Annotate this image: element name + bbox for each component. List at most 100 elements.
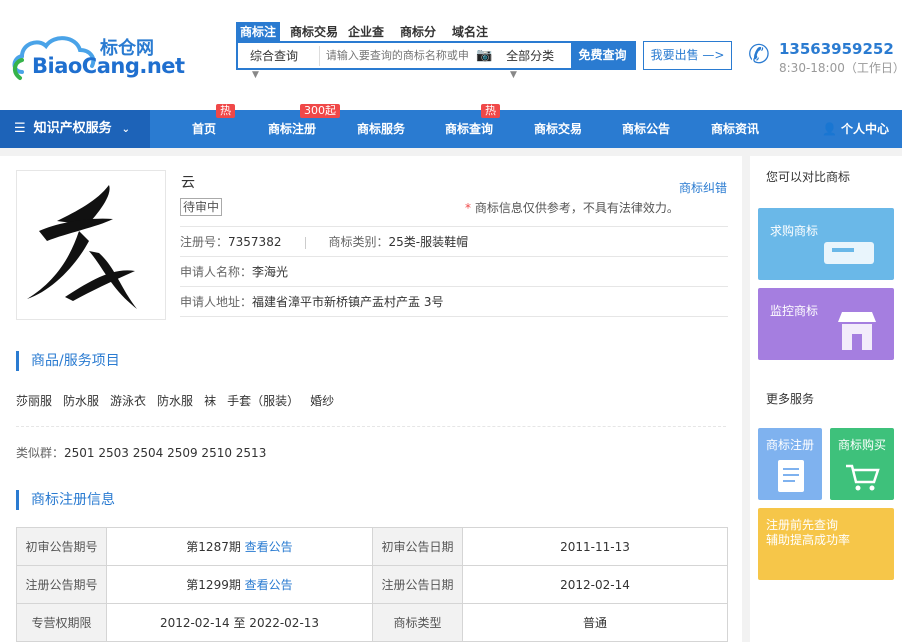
nav-user-center[interactable]: 👤 个人中心 xyxy=(822,110,889,148)
nav-item-register[interactable]: 商标注册 300起 xyxy=(268,104,340,148)
goods-list: 莎丽服 防水服 游泳衣 防水服袜手套（服装） 婚纱 xyxy=(16,392,726,427)
sell-button[interactable]: 我要出售 —> xyxy=(643,41,732,70)
goods-section-title: 商品/服务项目 xyxy=(16,351,120,371)
cart-icon xyxy=(846,464,880,491)
nav-badge: 热 xyxy=(216,104,235,118)
goods-item: 莎丽服 xyxy=(16,394,53,408)
applicant-value: 李海光 xyxy=(252,265,289,279)
view-notice-link[interactable]: 查看公告 xyxy=(245,540,293,554)
nav-item-service[interactable]: 商标服务 xyxy=(357,110,405,148)
info-row-address: 申请人地址：福建省漳平市新桥镇产盂村产盂 3号 xyxy=(180,286,728,317)
camera-icon[interactable]: 📷 xyxy=(476,48,494,63)
search-tabs: 商标注 商标交易 企业查 商标分 域名注 xyxy=(236,22,496,42)
phone-icon: ✆ xyxy=(748,40,770,70)
nav-badge: 热 xyxy=(481,104,500,118)
contact-phone: 13563959252 xyxy=(779,40,894,58)
cell-value: 第1299期 xyxy=(186,578,241,592)
main-nav: ☰ 知识产权服务 ⌄ 首页 热 商标注册 300起 商标服务 商标查询 热 商标交易 商标… xyxy=(0,104,902,148)
nav-category[interactable]: ☰ 知识产权服务 ⌄ xyxy=(0,110,150,148)
main-content: 云 待审中 商标纠错 * 商标信息仅供参考，不具有法律效力。 注册号：73573… xyxy=(0,156,742,642)
compare-title: 您可以对比商标 xyxy=(766,170,851,184)
table-row: 专营权期限 2012-02-14 至 2022-02-13 商标类型 普通 xyxy=(16,603,728,642)
chevron-down-icon: ▼ xyxy=(252,70,259,80)
nav-item-notice[interactable]: 商标公告 xyxy=(622,110,670,148)
goods-item: 婚纱 xyxy=(310,394,335,408)
search-category-select[interactable]: 全部分类 xyxy=(494,47,571,64)
search-tab-trademark-class[interactable]: 商标分 xyxy=(392,22,444,42)
goods-item: 袜 xyxy=(204,394,217,408)
search-tab-company[interactable]: 企业查 xyxy=(340,22,392,42)
logo-en: BiaoCang.net xyxy=(32,54,185,78)
disclaimer: * 商标信息仅供参考，不具有法律效力。 xyxy=(465,199,679,216)
trademark-fix-link[interactable]: 商标纠错 xyxy=(679,179,727,196)
address-label: 申请人地址： xyxy=(180,295,253,309)
trademark-image xyxy=(16,170,166,320)
table-cell: 2012-02-14 xyxy=(462,565,728,604)
table-header-cell: 商标类型 xyxy=(372,603,463,642)
sidebar: 您可以对比商标 求购商标 监控商标 更多服务 商标注册 商标购买 注册前先查询 … xyxy=(750,156,902,642)
goods-item: 手套（服装） xyxy=(227,394,300,408)
registration-section-title: 商标注册信息 xyxy=(16,490,115,510)
query-service-banner[interactable]: 注册前先查询 辅助提高成功率 xyxy=(758,508,894,580)
nav-item-trade[interactable]: 商标交易 xyxy=(534,110,582,148)
table-header-cell: 专营权期限 xyxy=(16,603,107,642)
table-cell: 第1299期 查看公告 xyxy=(106,565,373,604)
search-input[interactable] xyxy=(318,45,477,66)
chevron-down-icon: ⌄ xyxy=(121,124,131,135)
status-badge: 待审中 xyxy=(180,198,223,216)
table-cell: 第1287期 查看公告 xyxy=(106,527,373,566)
goods-item: 防水服 xyxy=(157,394,194,408)
nav-item-query[interactable]: 商标查询 热 xyxy=(445,104,500,148)
nav-user-label: 个人中心 xyxy=(840,122,889,136)
search-tab-trademark-reg[interactable]: 商标注 xyxy=(236,22,280,42)
nav-label: 商标交易 xyxy=(534,122,583,136)
table-row: 初审公告期号 第1287期 查看公告 初审公告日期 2011-11-13 xyxy=(16,527,728,566)
info-row-regno: 注册号：7357382 商标类别：25类-服装鞋帽 xyxy=(180,226,728,257)
more-services-card: 更多服务 商标注册 商标购买 注册前先查询 辅助提高成功率 xyxy=(750,378,902,642)
view-notice-link[interactable]: 查看公告 xyxy=(245,578,293,592)
table-cell: 2012-02-14 至 2022-02-13 xyxy=(106,603,373,642)
similar-value: 2501 2503 2504 2509 2510 2513 xyxy=(64,446,267,460)
search-tab-trademark-trade[interactable]: 商标交易 xyxy=(288,22,340,42)
search-button[interactable]: 免费查询 xyxy=(571,43,635,68)
class-label: 商标类别： xyxy=(328,235,389,249)
reg-no-label: 注册号： xyxy=(180,235,229,249)
purchase-service-banner[interactable]: 商标购买 xyxy=(830,428,894,500)
handshake-icon xyxy=(824,242,874,264)
banner-label: 商标注册 xyxy=(766,438,815,452)
compare-card: 您可以对比商标 求购商标 监控商标 xyxy=(750,156,902,386)
table-header-cell: 初审公告日期 xyxy=(372,527,463,566)
banner-label: 求购商标 xyxy=(770,224,819,238)
nav-badge: 300起 xyxy=(300,104,340,118)
shop-icon xyxy=(838,312,876,350)
logo[interactable]: 标仓网 BiaoCang.net xyxy=(10,28,185,83)
register-service-banner[interactable]: 商标注册 xyxy=(758,428,822,500)
applicant-label: 申请人名称： xyxy=(180,265,253,279)
table-header-cell: 初审公告期号 xyxy=(16,527,107,566)
trademark-calligraphy-icon xyxy=(27,185,137,309)
search-scope-select[interactable]: 综合查询 xyxy=(238,47,319,64)
info-row-applicant: 申请人名称：李海光 xyxy=(180,256,728,287)
nav-label: 商标注册 xyxy=(268,122,317,136)
search-tab-domain[interactable]: 域名注 xyxy=(444,22,496,42)
monitor-trademark-banner[interactable]: 监控商标 xyxy=(758,288,894,360)
table-header-cell: 注册公告期号 xyxy=(16,565,107,604)
nav-label: 首页 xyxy=(192,122,217,136)
menu-icon: ☰ xyxy=(14,121,26,136)
nav-item-home[interactable]: 首页 热 xyxy=(192,104,235,148)
class-value: 25类-服装鞋帽 xyxy=(388,235,469,249)
goods-item: 游泳衣 xyxy=(110,394,147,408)
address-value: 福建省漳平市新桥镇产盂村产盂 3号 xyxy=(252,295,444,309)
nav-item-news[interactable]: 商标资讯 xyxy=(711,110,759,148)
similar-label: 类似群： xyxy=(16,446,65,460)
chevron-down-icon: ▼ xyxy=(510,70,517,80)
disclaimer-star: * xyxy=(465,201,471,215)
table-header-cell: 注册公告日期 xyxy=(372,565,463,604)
banner-label: 监控商标 xyxy=(770,304,819,318)
buy-trademark-banner[interactable]: 求购商标 xyxy=(758,208,894,280)
search-box: 综合查询 📷 全部分类 免费查询 xyxy=(236,41,636,70)
similar-groups: 类似群：2501 2503 2504 2509 2510 2513 xyxy=(16,444,266,461)
nav-label: 商标公告 xyxy=(622,122,671,136)
nav-label: 商标服务 xyxy=(357,122,406,136)
more-services-title: 更多服务 xyxy=(766,392,815,406)
